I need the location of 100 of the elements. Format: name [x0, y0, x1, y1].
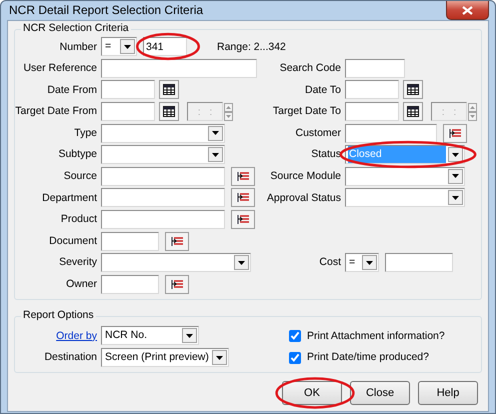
calendar-icon — [163, 106, 175, 118]
field-label: Source — [62, 170, 97, 183]
lookup-field[interactable] — [101, 188, 225, 208]
dropdown-button[interactable] — [448, 168, 463, 184]
up-arrow-icon — [470, 106, 475, 109]
dropdown[interactable]: NCR No. — [101, 326, 199, 346]
dropdown-button[interactable] — [212, 350, 227, 366]
up-arrow-icon — [226, 106, 231, 109]
dialog-button[interactable]: Close — [350, 381, 410, 406]
lookup-button[interactable] — [165, 232, 189, 251]
date-field[interactable] — [101, 102, 155, 122]
caret-icon — [216, 356, 223, 360]
list-icon — [170, 236, 184, 247]
calendar-icon — [163, 84, 175, 96]
dialog-button[interactable]: OK — [282, 381, 342, 406]
dropdown-button[interactable] — [448, 190, 463, 206]
list-icon — [448, 128, 462, 139]
caret-icon — [212, 131, 219, 136]
list-icon — [236, 214, 250, 226]
text-field[interactable] — [385, 253, 453, 272]
dropdown-value: Closed — [348, 146, 446, 164]
text-field[interactable] — [101, 58, 257, 78]
lookup-field[interactable] — [101, 274, 159, 294]
field-label: Date From — [46, 84, 97, 96]
caret-icon — [452, 174, 459, 178]
caret-icon — [212, 152, 219, 157]
group-title: Report Options — [21, 309, 96, 322]
lookup-field[interactable] — [101, 166, 225, 186]
date-field[interactable] — [345, 80, 399, 100]
lookup-button[interactable] — [231, 210, 255, 230]
dropdown-button[interactable] — [362, 255, 377, 270]
lookup-field[interactable] — [101, 210, 225, 230]
list-icon — [170, 278, 184, 290]
field-label: Target Date To — [272, 105, 341, 118]
field-label: User Reference — [22, 62, 97, 75]
field-label: Source Module — [269, 170, 341, 183]
dropdown-button[interactable] — [208, 126, 223, 141]
field-label: Cost — [318, 256, 341, 270]
field-label: Destination — [43, 351, 97, 364]
dropdown-button[interactable] — [448, 147, 463, 162]
lookup-button[interactable] — [165, 274, 189, 294]
down-arrow-icon — [226, 114, 231, 118]
field-label: Owner — [65, 278, 97, 291]
field-label: Product — [60, 213, 97, 226]
range-text: Range: 2...342 — [217, 40, 286, 54]
window-title: NCR Detail Report Selection Criteria — [9, 3, 204, 18]
field-label: Number — [58, 40, 97, 54]
field-label: Customer — [294, 126, 341, 140]
checkbox-label: Print Attachment information? — [307, 330, 445, 342]
field-label: Approval Status — [266, 192, 341, 204]
field-label: Severity — [58, 256, 97, 270]
dropdown-button[interactable] — [182, 328, 197, 344]
calendar-button[interactable] — [159, 102, 179, 122]
calendar-button[interactable] — [403, 80, 423, 100]
dropdown[interactable]: = — [101, 37, 137, 56]
dropdown[interactable]: Screen (Print preview) — [101, 348, 229, 368]
field-label: Type — [73, 126, 97, 140]
spin-up-button[interactable] — [224, 102, 233, 112]
dropdown-button[interactable] — [120, 39, 135, 54]
caret-icon — [238, 260, 245, 265]
caret-icon — [366, 260, 373, 265]
list-icon — [236, 170, 250, 182]
field-label: Date To — [304, 84, 341, 96]
checkbox[interactable] — [289, 352, 301, 364]
dropdown-button[interactable] — [208, 147, 223, 162]
calendar-icon — [407, 84, 419, 96]
calendar-button[interactable] — [159, 80, 179, 100]
spin-up-button[interactable] — [468, 102, 477, 112]
field-label: Document — [48, 234, 97, 248]
dropdown[interactable]: = — [345, 253, 379, 272]
lookup-button[interactable] — [443, 124, 467, 143]
caret-icon — [452, 152, 459, 157]
lookup-button[interactable] — [231, 188, 255, 208]
dropdown-button[interactable] — [234, 255, 249, 270]
field-label: Search Code — [278, 62, 341, 75]
field-label: Department — [41, 192, 97, 204]
date-field[interactable] — [101, 80, 155, 100]
calendar-icon — [407, 106, 419, 118]
caret-icon — [186, 334, 193, 338]
close-button[interactable] — [446, 1, 489, 20]
calendar-button[interactable] — [403, 102, 423, 122]
text-field[interactable]: 341 — [143, 37, 187, 56]
lookup-field[interactable] — [101, 232, 159, 251]
order-by-link[interactable]: Order by — [56, 330, 97, 342]
dialog-button[interactable]: Help — [418, 381, 478, 406]
caret-icon — [452, 196, 459, 200]
down-arrow-icon — [470, 114, 475, 118]
close-icon — [462, 6, 473, 14]
lookup-field[interactable] — [345, 124, 437, 143]
text-field[interactable] — [345, 58, 405, 78]
field-label: Status — [310, 148, 341, 162]
list-icon — [236, 192, 250, 204]
caret-icon — [124, 44, 131, 49]
field-label: Target Date From — [15, 105, 97, 118]
date-field[interactable] — [345, 102, 399, 122]
lookup-button[interactable] — [231, 166, 255, 186]
checkbox[interactable] — [289, 330, 301, 342]
dropdown[interactable] — [345, 166, 465, 186]
checkbox-label: Print Date/time produced? — [307, 351, 429, 364]
field-label: Subtype — [57, 148, 97, 162]
